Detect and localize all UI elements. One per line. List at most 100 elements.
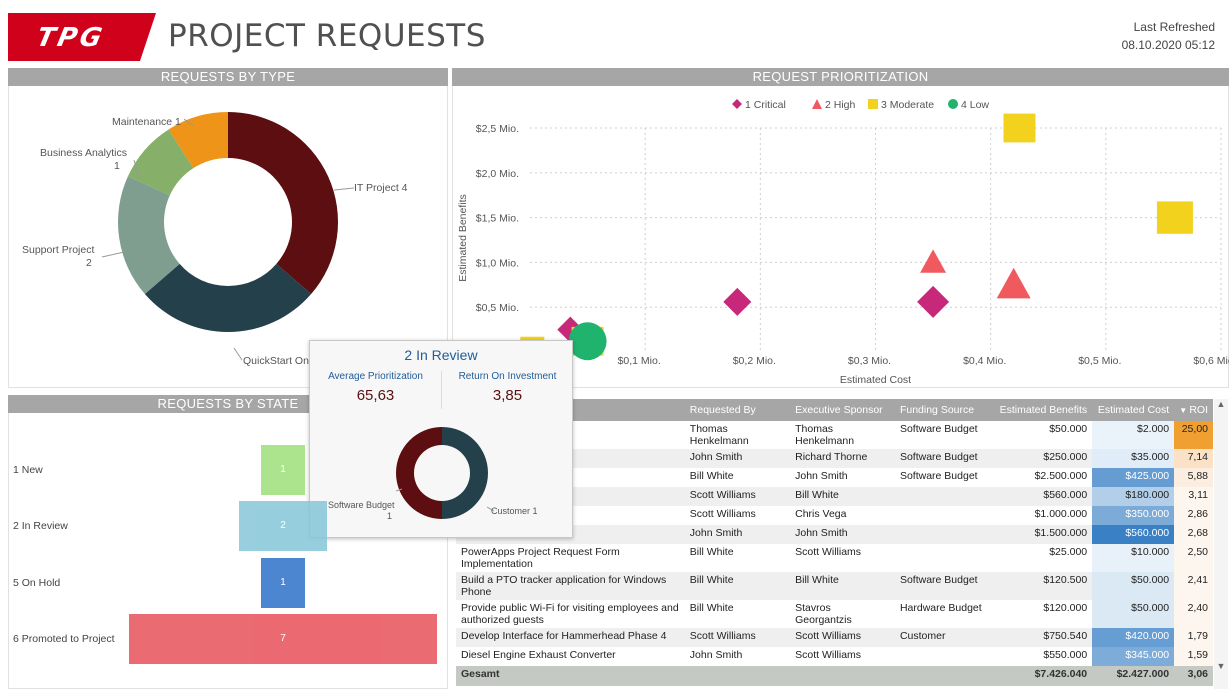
tooltip-title: 2 In Review xyxy=(404,347,478,363)
total-roi: 3,06 xyxy=(1174,666,1213,686)
x-tick-label: $0,3 Mio. xyxy=(848,355,891,367)
kpi-value-avg-prioritization: 65,63 xyxy=(356,387,395,404)
donut-slice-it-project[interactable] xyxy=(228,112,338,295)
table-row[interactable]: Diesel Engine Exhaust Converter John Smit… xyxy=(456,647,1213,666)
column-header-requested-by[interactable]: Requested By xyxy=(684,399,791,421)
y-tick-label: $1,5 Mio. xyxy=(476,213,519,225)
kpi-value-roi: 3,85 xyxy=(492,387,523,404)
point-4-low[interactable] xyxy=(568,322,607,361)
cell-funding-source xyxy=(895,647,995,666)
cell-funding-source: Software Budget xyxy=(894,572,995,600)
state-bar-6-promoted-to-project[interactable]: 7 xyxy=(129,614,437,664)
x-tick-label: $0,4 Mio. xyxy=(963,355,1006,367)
cell-estimated-cost: $10.000 xyxy=(1092,544,1175,572)
state-bar-1-new[interactable]: 1 xyxy=(261,445,305,495)
cell-estimated-benefits: $50.000 xyxy=(1049,423,1088,435)
leader-line xyxy=(101,251,125,258)
total-empty xyxy=(894,666,995,686)
column-header-roi[interactable]: ▼ ROI xyxy=(1174,399,1213,421)
point-3-moderate[interactable] xyxy=(1003,113,1036,143)
table-scrollbar[interactable]: ▲ ▼ xyxy=(1214,399,1228,689)
cell-estimated-cost: $2.000 xyxy=(1092,421,1175,449)
label-support-project-count: 2 xyxy=(86,257,92,269)
cell-requested-by: John Smith xyxy=(689,649,743,661)
cell-estimated-benefits: $1.000.000 xyxy=(1034,508,1088,520)
legend-item-2-high[interactable]: 2 High xyxy=(812,99,856,111)
state-bar-2-in-review[interactable]: 2 xyxy=(239,501,327,551)
state-tooltip: 2 In Review Average Prioritization 65,63… xyxy=(309,340,573,538)
cell-estimated-benefits: $120.500 xyxy=(994,572,1093,600)
cell-funding-source xyxy=(894,487,995,506)
cell-requested-by: Bill White xyxy=(684,572,791,600)
kpi-label-roi: Return On Investment xyxy=(458,371,557,382)
cell-requested-by: Scott Williams xyxy=(684,628,791,647)
cell-estimated-cost: $350.000 xyxy=(1092,506,1175,525)
donut-slice-software-budget xyxy=(396,427,442,519)
y-tick-label: $2,5 Mio. xyxy=(476,123,519,135)
cell-executive-sponsor: John Smith xyxy=(790,525,895,544)
scroll-up-icon[interactable]: ▲ xyxy=(1214,399,1228,409)
requests-by-type-header: REQUESTS BY TYPE xyxy=(8,68,448,86)
point-3-moderate[interactable] xyxy=(1156,201,1193,234)
cell-funding-source: Customer xyxy=(894,628,995,647)
cell-requested-by: Scott Williams xyxy=(689,508,756,520)
point-2-high[interactable] xyxy=(920,249,947,273)
tooltip-funding-donut xyxy=(395,427,495,519)
point-1-critical[interactable] xyxy=(723,287,752,316)
scroll-down-icon[interactable]: ▼ xyxy=(1214,661,1228,671)
tooltip-label-software-budget-count: 1 xyxy=(387,511,393,521)
state-label: 2 In Review xyxy=(13,520,68,532)
column-header-roi-label: ROI xyxy=(1189,404,1208,416)
request-prioritization-header: REQUEST PRIORITIZATION xyxy=(452,68,1229,86)
tooltip-kpi-avg-prioritization: Average Prioritization 65,63 xyxy=(310,371,441,411)
table-row[interactable]: Build a PTO tracker application for Wind… xyxy=(456,572,1213,600)
table-row[interactable]: Develop Interface for Hammerhead Phase 4… xyxy=(456,628,1213,647)
total-benefits: $7.426.040 xyxy=(994,666,1093,686)
donut-slice-customer xyxy=(442,427,488,519)
cell-roi: 25,00 xyxy=(1174,421,1213,449)
cell-executive-sponsor: Chris Vega xyxy=(795,508,847,520)
column-header-executive-sponsor[interactable]: Executive Sponsor xyxy=(790,399,895,421)
total-label: Gesamt xyxy=(456,666,685,686)
tooltip-label-customer: Customer 1 xyxy=(491,506,538,516)
report-header: TPG PROJECT REQUESTS Last Refreshed 08.1… xyxy=(0,0,1229,66)
cell-requested-by: John Smith xyxy=(684,525,791,544)
y-tick-label: $2,0 Mio. xyxy=(476,168,519,180)
state-bar-5-on-hold[interactable]: 1 xyxy=(261,558,305,608)
cell-requested-by: Thomas Henkelmann xyxy=(689,423,749,447)
column-header-funding-source[interactable]: Funding Source xyxy=(894,399,995,421)
leader-line xyxy=(333,187,355,191)
table-row[interactable]: Provide public Wi-Fi for visiting employ… xyxy=(456,600,1213,628)
total-empty xyxy=(790,666,895,686)
point-1-critical[interactable] xyxy=(917,285,950,318)
cell-executive-sponsor: Stavros Georgantzis xyxy=(795,602,852,626)
last-refreshed-value: 08.10.2020 05:12 xyxy=(1121,38,1215,52)
cell-title: Build a PTO tracker application for Wind… xyxy=(456,572,685,600)
total-cost: $2.427.000 xyxy=(1092,666,1175,686)
x-tick-label: $0,6 Mio. xyxy=(1193,355,1229,367)
cell-executive-sponsor: Bill White xyxy=(790,572,895,600)
column-header-estimated-cost[interactable]: Estimated Cost xyxy=(1092,399,1175,421)
state-label: 6 Promoted to Project xyxy=(13,633,115,645)
legend-label: 4 Low xyxy=(961,99,989,111)
legend-item-4-low[interactable]: 4 Low xyxy=(948,99,989,111)
cell-roi: 1,59 xyxy=(1174,647,1213,666)
cell-estimated-cost: $50.000 xyxy=(1092,572,1175,600)
y-tick-label: $0,5 Mio. xyxy=(476,302,519,314)
legend-item-3-moderate[interactable]: 3 Moderate xyxy=(868,99,934,111)
cell-executive-sponsor: Bill White xyxy=(790,487,895,506)
cell-estimated-cost: $425.000 xyxy=(1092,468,1175,487)
table-row[interactable]: PowerApps Project Request Form Implement… xyxy=(456,544,1213,572)
column-header-estimated-benefits[interactable]: Estimated Benefits xyxy=(994,399,1093,421)
leader-line xyxy=(233,347,243,361)
state-label: 5 On Hold xyxy=(13,577,61,589)
legend-label: 1 Critical xyxy=(745,99,786,111)
legend-item-1-critical[interactable]: 1 Critical xyxy=(732,99,786,111)
cell-funding-source: Software Budget xyxy=(894,449,995,468)
point-2-high[interactable] xyxy=(996,267,1031,299)
x-tick-label: $0,5 Mio. xyxy=(1078,355,1121,367)
cell-estimated-benefits: $25.000 xyxy=(1049,546,1088,558)
y-tick-label: $1,0 Mio. xyxy=(476,257,519,269)
x-axis-title: Estimated Cost xyxy=(840,374,911,386)
donut-slice-quickstart-one[interactable] xyxy=(144,263,312,332)
